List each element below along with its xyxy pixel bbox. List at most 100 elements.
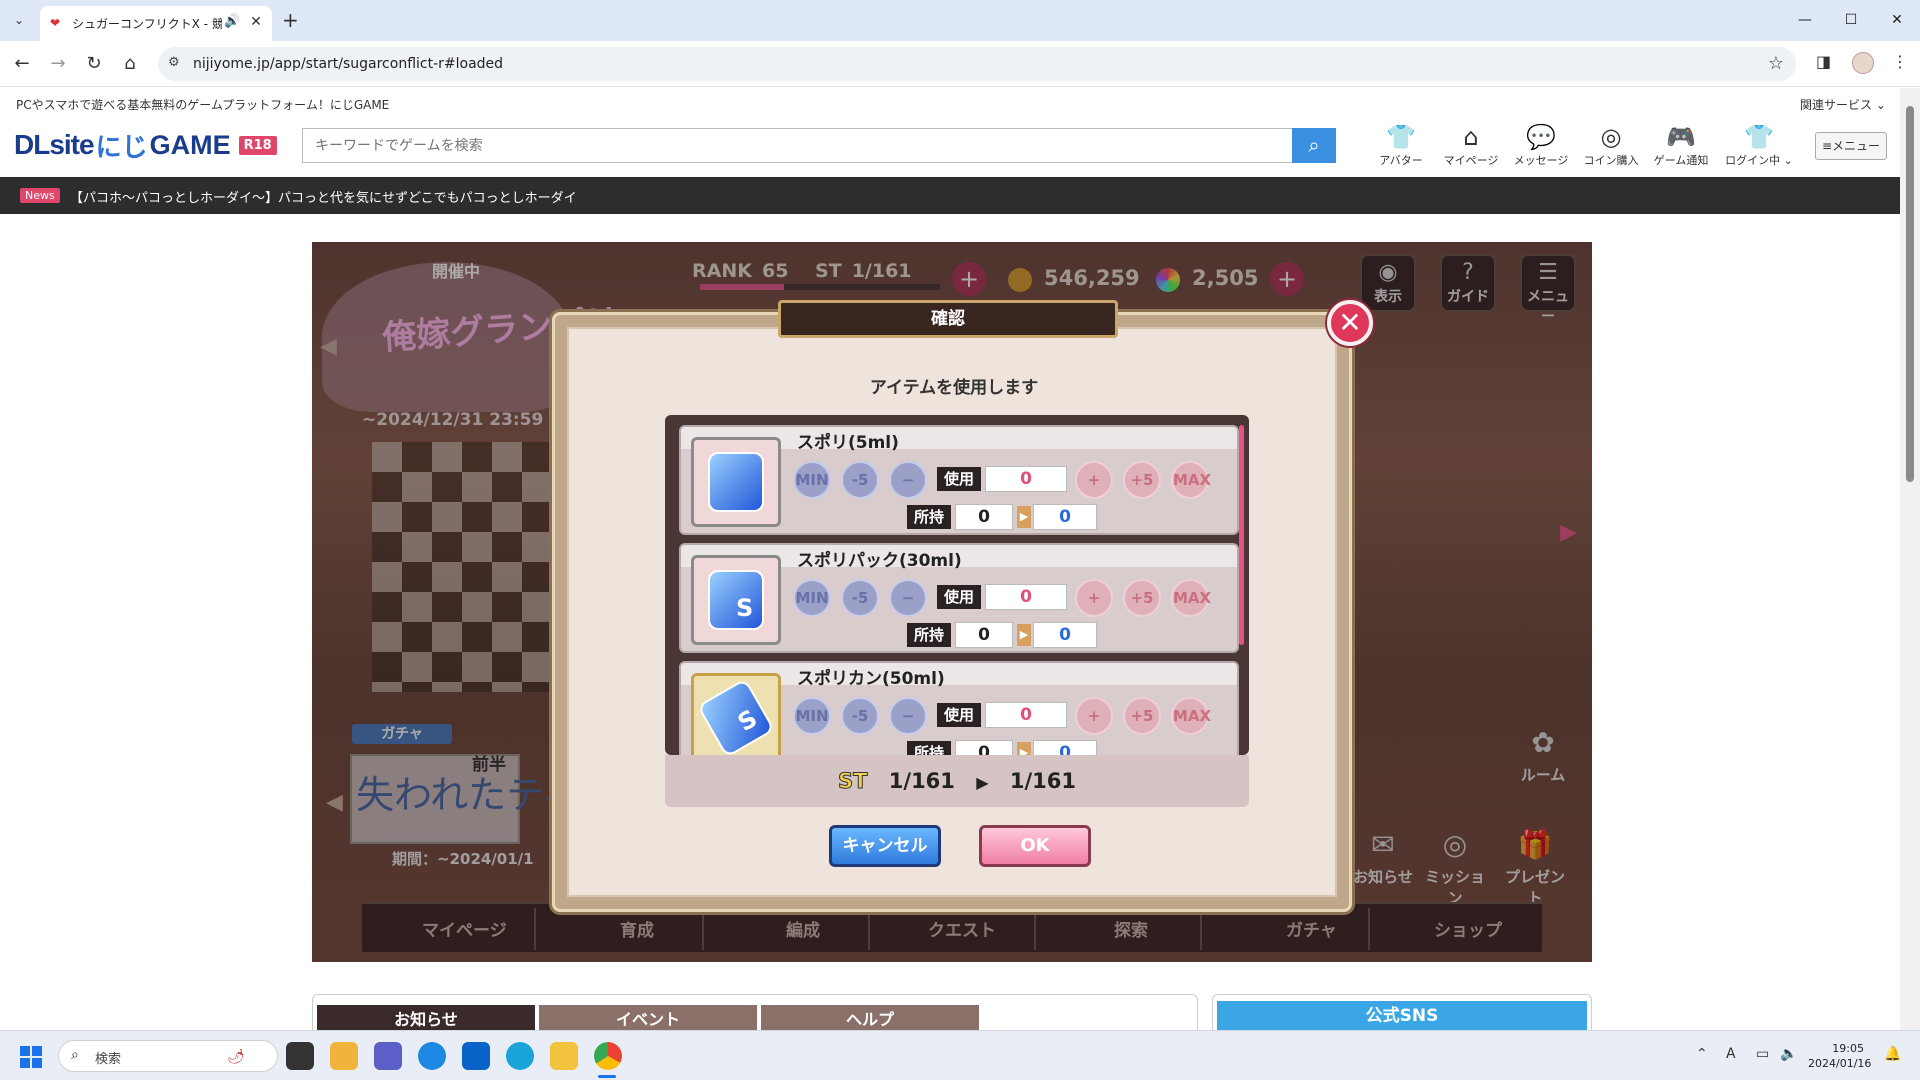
tab-help[interactable]: ヘルプ bbox=[761, 1005, 979, 1031]
address-bar[interactable]: ⚙ nijiyome.jp/app/start/sugarconflict-r#… bbox=[158, 47, 1796, 81]
header-message-link[interactable]: 💬 メッセージ bbox=[1510, 122, 1572, 168]
header-avatar-link[interactable]: 👕 アバター bbox=[1370, 122, 1432, 168]
maximize-button[interactable]: ☐ bbox=[1836, 8, 1866, 32]
back-button[interactable]: ← bbox=[10, 52, 34, 76]
close-tab-icon[interactable]: ✕ bbox=[246, 12, 266, 32]
page-scrollbar[interactable] bbox=[1900, 88, 1920, 1030]
taskbar-search[interactable]: ⌕ 検索 🌶 bbox=[58, 1040, 278, 1072]
menu-button[interactable]: ≡メニュー bbox=[1815, 132, 1887, 160]
dialog-frame: アイテムを使用します スポリ(5ml) MIN -5 − 使用 0 + +5 M… bbox=[552, 312, 1352, 912]
header-coin-link[interactable]: ◎ コイン購入 bbox=[1580, 122, 1642, 168]
active-app-indicator bbox=[598, 1075, 616, 1078]
item-list-scrollbar[interactable] bbox=[1239, 425, 1244, 645]
minus-button[interactable]: − bbox=[889, 579, 927, 617]
new-tab-button[interactable]: + bbox=[282, 9, 299, 31]
bottle-icon bbox=[708, 452, 764, 512]
url-text[interactable]: nijiyome.jp/app/start/sugarconflict-r#lo… bbox=[193, 56, 503, 72]
side-panel-icon[interactable]: ◨ bbox=[1816, 52, 1831, 71]
kebab-menu-icon[interactable]: ⋮ bbox=[1892, 52, 1908, 71]
item-thumbnail bbox=[691, 437, 781, 527]
scroll-thumb[interactable] bbox=[1906, 106, 1914, 482]
ime-icon[interactable]: A bbox=[1726, 1046, 1736, 1062]
tab-notice[interactable]: お知らせ bbox=[317, 1005, 535, 1031]
pouch-icon: S bbox=[708, 570, 764, 630]
min-button[interactable]: MIN bbox=[793, 697, 831, 735]
plus-button[interactable]: + bbox=[1075, 697, 1113, 735]
max-button[interactable]: MAX bbox=[1171, 697, 1211, 735]
dialog-subtitle: アイテムを使用します bbox=[869, 378, 1039, 398]
item-list[interactable]: スポリ(5ml) MIN -5 − 使用 0 + +5 MAX 所持 0 ▶ 0… bbox=[665, 415, 1249, 755]
news-bar: News 【パコホ～パコっとしホーダイ～】パコっと代を気にせずどこでもパコっとし… bbox=[0, 177, 1900, 214]
teams-icon[interactable] bbox=[374, 1042, 402, 1070]
browser-tab[interactable]: ❤ シュガーコンフリクトX - 競るセカンド 🔊 ✕ bbox=[40, 6, 272, 41]
avatar-icon: 👕 bbox=[1386, 123, 1416, 151]
max-button[interactable]: MAX bbox=[1171, 579, 1211, 617]
home-button[interactable]: ⌂ bbox=[118, 52, 142, 76]
game-canvas[interactable]: 開催中 俺嫁グランプリ ~2024/12/31 23:59 ◀ ガチャ 失われた… bbox=[312, 242, 1592, 962]
chevron-up-icon[interactable]: ⌃ bbox=[1696, 1046, 1708, 1062]
item-name: スポリ(5ml) bbox=[797, 433, 899, 453]
close-window-button[interactable]: ✕ bbox=[1882, 8, 1912, 32]
game-search-field[interactable] bbox=[302, 128, 1294, 163]
network-icon[interactable]: ▭ bbox=[1756, 1046, 1769, 1062]
use-quantity[interactable]: 0 bbox=[985, 466, 1067, 492]
minus5-button[interactable]: -5 bbox=[841, 579, 879, 617]
weather-icon[interactable] bbox=[330, 1042, 358, 1070]
ok-button[interactable]: OK bbox=[979, 825, 1091, 867]
owned-label: 所持 bbox=[907, 505, 951, 529]
header-login-link[interactable]: 👕 ログイン中 ⌄ bbox=[1720, 122, 1798, 168]
file-explorer-icon[interactable] bbox=[550, 1042, 578, 1070]
plus5-button[interactable]: +5 bbox=[1123, 697, 1161, 735]
search-button[interactable]: ⌕ bbox=[1292, 128, 1336, 163]
header-mypage-link[interactable]: ⌂ マイページ bbox=[1440, 122, 1502, 168]
gamepad-icon: 🎮 bbox=[1666, 123, 1696, 151]
minus-button[interactable]: − bbox=[889, 461, 927, 499]
home-icon: ⌂ bbox=[1463, 123, 1479, 151]
use-quantity[interactable]: 0 bbox=[985, 702, 1067, 728]
game-search-input[interactable] bbox=[315, 137, 1215, 153]
app-icon[interactable] bbox=[418, 1042, 446, 1070]
r18-badge: R18 bbox=[238, 135, 277, 155]
windows-start-icon[interactable] bbox=[20, 1046, 42, 1068]
use-quantity[interactable]: 0 bbox=[985, 584, 1067, 610]
plus-button[interactable]: + bbox=[1075, 461, 1113, 499]
pepper-icon: 🌶 bbox=[227, 1049, 245, 1065]
bookmark-star-icon[interactable]: ☆ bbox=[1768, 53, 1784, 74]
speaker-icon[interactable]: 🔊 bbox=[224, 14, 240, 29]
site-logo[interactable]: DLsite にじ GAME R18 bbox=[14, 129, 277, 163]
owned-quantity: 0 bbox=[955, 622, 1013, 648]
minimize-button[interactable]: — bbox=[1790, 8, 1820, 32]
max-button[interactable]: MAX bbox=[1171, 461, 1211, 499]
minus5-button[interactable]: -5 bbox=[841, 697, 879, 735]
min-button[interactable]: MIN bbox=[793, 579, 831, 617]
site-info-icon[interactable]: ⚙ bbox=[168, 55, 180, 70]
taskbar-clock[interactable]: 19:05 2024/01/16 bbox=[1808, 1041, 1871, 1071]
cancel-button[interactable]: キャンセル bbox=[829, 825, 941, 867]
item-row: スポリパック(30ml) S MIN -5 − 使用 0 + +5 MAX 所持 bbox=[679, 543, 1239, 653]
plus5-button[interactable]: +5 bbox=[1123, 579, 1161, 617]
notification-bell-icon[interactable]: 🔔 bbox=[1884, 1046, 1901, 1062]
task-view-icon[interactable] bbox=[286, 1042, 314, 1070]
tab-strip: ⌄ ❤ シュガーコンフリクトX - 競るセカンド 🔊 ✕ + — ☐ ✕ bbox=[0, 0, 1920, 41]
volume-icon[interactable]: 🔈 bbox=[1780, 1046, 1797, 1062]
chrome-icon[interactable] bbox=[594, 1042, 622, 1070]
minus-button[interactable]: − bbox=[889, 697, 927, 735]
dialog-close-button[interactable]: ✕ bbox=[1327, 300, 1373, 346]
reload-button[interactable]: ↻ bbox=[82, 52, 106, 76]
header-notification-link[interactable]: 🎮 ゲーム通知 bbox=[1650, 122, 1712, 168]
browser-toolbar: ← → ↻ ⌂ ⚙ nijiyome.jp/app/start/sugarcon… bbox=[0, 41, 1920, 87]
news-link[interactable]: 【パコホ～パコっとしホーダイ～】パコっと代を気にせずどこでもパコっとしホーダイ bbox=[70, 187, 577, 206]
info-tabs-panel: お知らせ イベント ヘルプ bbox=[312, 994, 1198, 1031]
windows-taskbar: ⌕ 検索 🌶 ⌃ A ▭ 🔈 19:05 2024/01/16 🔔 bbox=[0, 1030, 1920, 1080]
minus5-button[interactable]: -5 bbox=[841, 461, 879, 499]
plus-button[interactable]: + bbox=[1075, 579, 1113, 617]
forward-button[interactable]: → bbox=[46, 52, 70, 76]
profile-avatar[interactable] bbox=[1852, 52, 1874, 74]
tab-search-button[interactable]: ⌄ bbox=[8, 9, 30, 31]
related-services-link[interactable]: 関連サービス ⌄ bbox=[1800, 96, 1886, 113]
min-button[interactable]: MIN bbox=[793, 461, 831, 499]
store-icon[interactable] bbox=[462, 1042, 490, 1070]
tab-event[interactable]: イベント bbox=[539, 1005, 757, 1031]
plus5-button[interactable]: +5 bbox=[1123, 461, 1161, 499]
edge-icon[interactable] bbox=[506, 1042, 534, 1070]
